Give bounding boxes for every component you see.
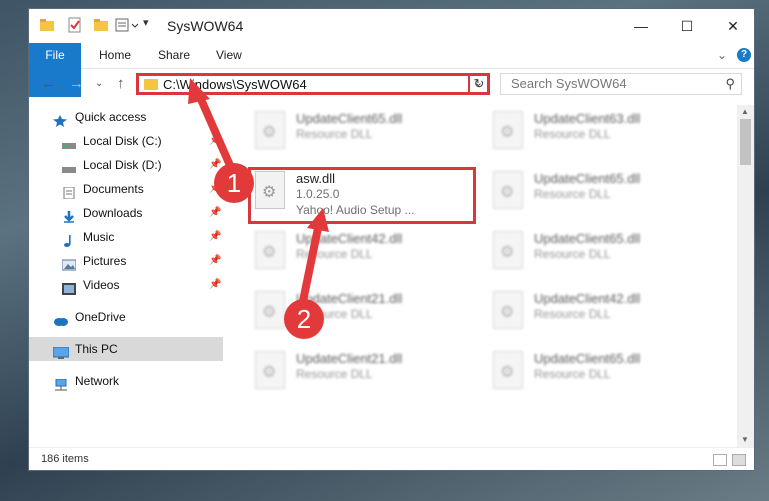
arrow-2-head [307, 208, 329, 232]
arrow-1-head [188, 78, 210, 104]
callout-badge-2: 2 [284, 299, 324, 339]
arrow-2-line [298, 227, 322, 307]
callout-badge-1: 1 [214, 163, 254, 203]
arrow-1-line [196, 95, 236, 172]
annotation-overlay [188, 78, 329, 307]
